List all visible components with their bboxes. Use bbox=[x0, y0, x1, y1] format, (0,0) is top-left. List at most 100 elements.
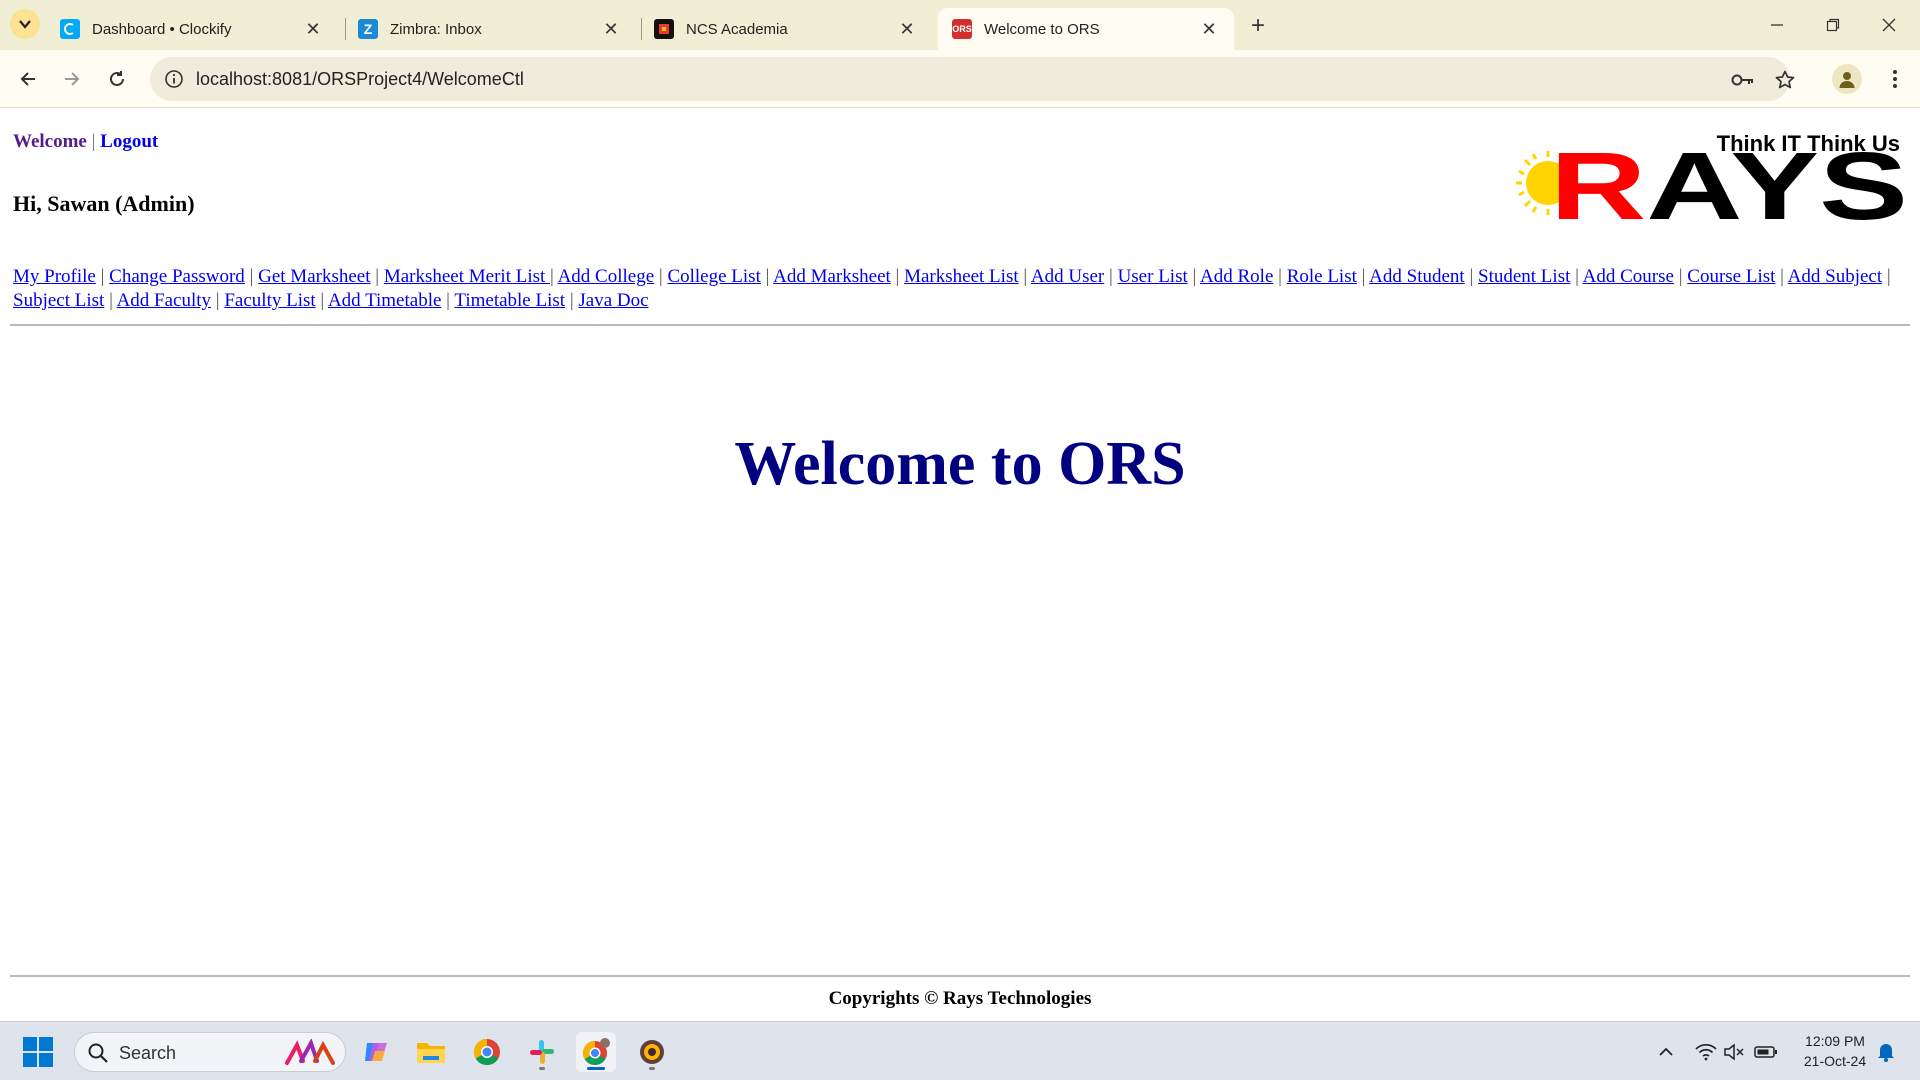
wifi-icon[interactable] bbox=[1694, 1040, 1718, 1064]
menu-link-add-subject[interactable]: Add Subject bbox=[1788, 266, 1882, 287]
tab-welcome-to-ors[interactable]: ORS Welcome to ORS ✕ bbox=[938, 8, 1234, 50]
close-icon[interactable]: ✕ bbox=[896, 18, 918, 40]
menu-link-add-role[interactable]: Add Role bbox=[1200, 266, 1273, 287]
navigation-menu: My Profile | Change Password | Get Marks… bbox=[13, 265, 1913, 313]
menu-separator: | bbox=[1464, 266, 1478, 287]
taskbar-file-explorer[interactable] bbox=[411, 1032, 451, 1072]
close-icon[interactable]: ✕ bbox=[1198, 18, 1220, 40]
menu-link-course-list[interactable]: Course List bbox=[1687, 266, 1775, 287]
menu-separator: | bbox=[1775, 266, 1788, 287]
chrome-icon bbox=[473, 1038, 500, 1066]
system-clock[interactable]: 12:09 PM 21-Oct-24 bbox=[1790, 1031, 1880, 1071]
menu-separator: | bbox=[1673, 266, 1688, 287]
menu-link-faculty-list[interactable]: Faculty List bbox=[224, 290, 315, 311]
restore-button[interactable] bbox=[1818, 10, 1848, 40]
password-key-icon[interactable] bbox=[1730, 67, 1756, 93]
taskbar-search[interactable]: Search bbox=[74, 1032, 346, 1072]
zimbra-icon: Z bbox=[358, 19, 378, 39]
battery-icon[interactable] bbox=[1754, 1040, 1778, 1064]
rays-logo: Think IT Think Us R AYS bbox=[1516, 131, 1908, 225]
menu-separator: | bbox=[890, 266, 905, 287]
menu-separator: | bbox=[1104, 266, 1118, 287]
menu-link-add-student[interactable]: Add Student bbox=[1369, 266, 1465, 287]
close-icon bbox=[1882, 18, 1896, 32]
ncs-icon bbox=[654, 19, 674, 39]
menu-separator: | bbox=[1273, 266, 1287, 287]
profile-avatar[interactable] bbox=[1832, 64, 1862, 94]
menu-link-change-password[interactable]: Change Password bbox=[109, 266, 245, 287]
footer-copyright: Copyrights © Rays Technologies bbox=[828, 988, 1092, 1009]
menu-link-add-college[interactable]: Add College bbox=[558, 266, 655, 287]
logout-link[interactable]: Logout bbox=[100, 131, 158, 152]
menu-link-marksheet-list[interactable]: Marksheet List bbox=[904, 266, 1019, 287]
slack-icon bbox=[530, 1040, 554, 1064]
tab-title: Zimbra: Inbox bbox=[390, 20, 482, 38]
menu-link-add-marksheet[interactable]: Add Marksheet bbox=[773, 266, 891, 287]
menu-separator: | bbox=[104, 290, 117, 311]
new-tab-button[interactable]: + bbox=[1244, 12, 1272, 40]
menu-link-timetable-list[interactable]: Timetable List bbox=[454, 290, 565, 311]
url-text[interactable]: localhost:8081/ORSProject4/WelcomeCtl bbox=[196, 69, 524, 90]
close-window-button[interactable] bbox=[1874, 10, 1904, 40]
menu-link-java-doc[interactable]: Java Doc bbox=[578, 290, 648, 311]
tab-zimbra[interactable]: Z Zimbra: Inbox ✕ bbox=[344, 8, 636, 50]
back-button[interactable] bbox=[13, 64, 43, 94]
menu-link-role-list[interactable]: Role List bbox=[1287, 266, 1357, 287]
taskbar-app-badge[interactable] bbox=[632, 1032, 672, 1072]
menu-separator: | bbox=[1187, 266, 1201, 287]
menu-separator: | bbox=[244, 266, 259, 287]
taskbar-chrome[interactable] bbox=[467, 1032, 507, 1072]
speaker-muted-icon[interactable] bbox=[1722, 1040, 1746, 1064]
tab-clockify[interactable]: Dashboard • Clockify ✕ bbox=[46, 8, 338, 50]
menu-link-marksheet-merit-list[interactable]: Marksheet Merit List bbox=[384, 266, 550, 287]
restore-icon bbox=[1826, 18, 1840, 32]
search-icon bbox=[88, 1043, 108, 1063]
bookmark-star-icon[interactable] bbox=[1772, 67, 1798, 93]
menu-link-add-course[interactable]: Add Course bbox=[1583, 266, 1674, 287]
menu-separator: | bbox=[760, 266, 774, 287]
svg-text:RAYS: R AYS bbox=[1550, 133, 1908, 225]
tab-title: NCS Academia bbox=[686, 20, 788, 38]
menu-link-my-profile[interactable]: My Profile bbox=[13, 266, 96, 287]
menu-link-student-list[interactable]: Student List bbox=[1478, 266, 1570, 287]
forward-button[interactable] bbox=[57, 64, 87, 94]
notification-bell-icon[interactable] bbox=[1874, 1040, 1898, 1064]
menu-link-add-faculty[interactable]: Add Faculty bbox=[117, 290, 211, 311]
menu-link-subject-list[interactable]: Subject List bbox=[13, 290, 104, 311]
tab-title: Dashboard • Clockify bbox=[92, 20, 232, 38]
menu-link-add-user[interactable]: Add User bbox=[1031, 266, 1104, 287]
more-vertical-icon[interactable] bbox=[1880, 64, 1910, 94]
tab-search-button[interactable] bbox=[10, 9, 40, 39]
menu-link-user-list[interactable]: User List bbox=[1118, 266, 1188, 287]
menu-link-get-marksheet[interactable]: Get Marksheet bbox=[258, 266, 370, 287]
menu-link-college-list[interactable]: College List bbox=[667, 266, 760, 287]
minimize-button[interactable] bbox=[1762, 10, 1792, 40]
taskbar-slack[interactable] bbox=[522, 1032, 562, 1072]
windows-start-icon[interactable] bbox=[22, 1036, 54, 1068]
menu-link-add-timetable[interactable]: Add Timetable bbox=[328, 290, 441, 311]
menu-separator: | bbox=[1018, 266, 1031, 287]
taskbar-copilot[interactable] bbox=[356, 1032, 396, 1072]
close-icon[interactable]: ✕ bbox=[600, 18, 622, 40]
menu-separator: | bbox=[315, 290, 328, 311]
tab-title: Welcome to ORS bbox=[984, 20, 1100, 38]
minimize-icon bbox=[1771, 24, 1783, 26]
running-indicator bbox=[539, 1067, 545, 1070]
taskbar-chrome-profile[interactable] bbox=[576, 1032, 616, 1072]
close-icon[interactable]: ✕ bbox=[302, 18, 324, 40]
user-greeting: Hi, Sawan (Admin) bbox=[13, 191, 195, 216]
emblem-icon bbox=[640, 1040, 664, 1064]
address-bar[interactable]: localhost:8081/ORSProject4/WelcomeCtl bbox=[150, 57, 1795, 101]
chrome-profile-icon bbox=[582, 1038, 610, 1066]
tab-ncs-academia[interactable]: NCS Academia ✕ bbox=[640, 8, 932, 50]
welcome-link[interactable]: Welcome bbox=[13, 131, 87, 152]
info-icon[interactable] bbox=[162, 67, 186, 91]
reload-button[interactable] bbox=[102, 64, 132, 94]
chevron-up-icon[interactable] bbox=[1654, 1040, 1678, 1064]
logo-letters-ays: AYS bbox=[1646, 133, 1908, 225]
chevron-down-icon bbox=[19, 20, 31, 29]
arrow-left-icon bbox=[20, 72, 35, 86]
taskbar: Search 12:09 PM 21-Oct-24 bbox=[0, 1021, 1920, 1080]
user-icon bbox=[1839, 72, 1855, 88]
menu-separator: | bbox=[1882, 266, 1891, 287]
